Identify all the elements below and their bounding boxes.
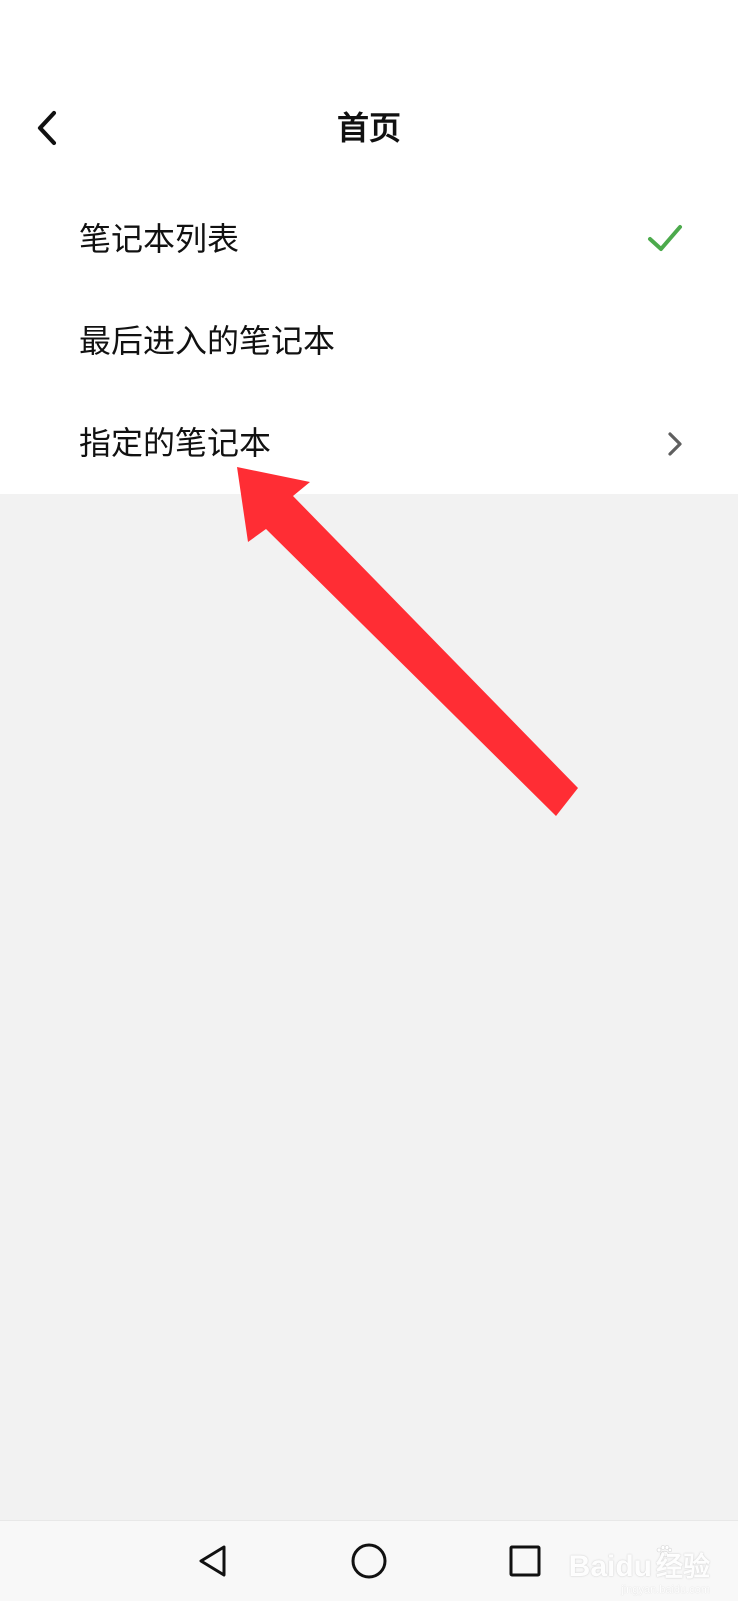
system-navigation-bar: Baidu 经验 jingyan.baidu.com [0,1520,738,1601]
option-label: 最后进入的笔记本 [79,322,336,360]
top-app-bar: 首页 [0,78,738,178]
option-specified-notebook[interactable]: 指定的笔记本 [0,392,738,494]
watermark-brand: Baidu [568,1550,652,1583]
homepage-option-list: 笔记本列表 最后进入的笔记本 指定的笔记本 [0,188,738,494]
system-back-button[interactable] [186,1535,238,1587]
system-recents-button[interactable] [499,1535,551,1587]
triangle-back-icon [199,1545,226,1577]
square-recents-icon [509,1545,541,1577]
system-home-button[interactable] [343,1535,395,1587]
option-notebook-list[interactable]: 笔记本列表 [0,188,738,290]
watermark-product: 经验 [656,1552,710,1583]
watermark-product-group: 经验 [656,1545,710,1583]
baidu-jingyan-watermark: Baidu 经验 jingyan.baidu.com [568,1545,710,1596]
chevron-right-icon [668,432,682,456]
check-icon [648,225,682,251]
page-title: 首页 [336,109,401,147]
option-last-entered-notebook[interactable]: 最后进入的笔记本 [0,290,738,392]
circle-home-icon [351,1543,387,1579]
option-label: 指定的笔记本 [79,424,272,462]
empty-content-area [0,494,738,1520]
watermark-url: jingyan.baidu.com [621,1584,710,1596]
option-label: 笔记本列表 [79,220,240,258]
settings-panel: 首页 笔记本列表 最后进入的笔记本 指定的笔记本 [0,0,738,494]
